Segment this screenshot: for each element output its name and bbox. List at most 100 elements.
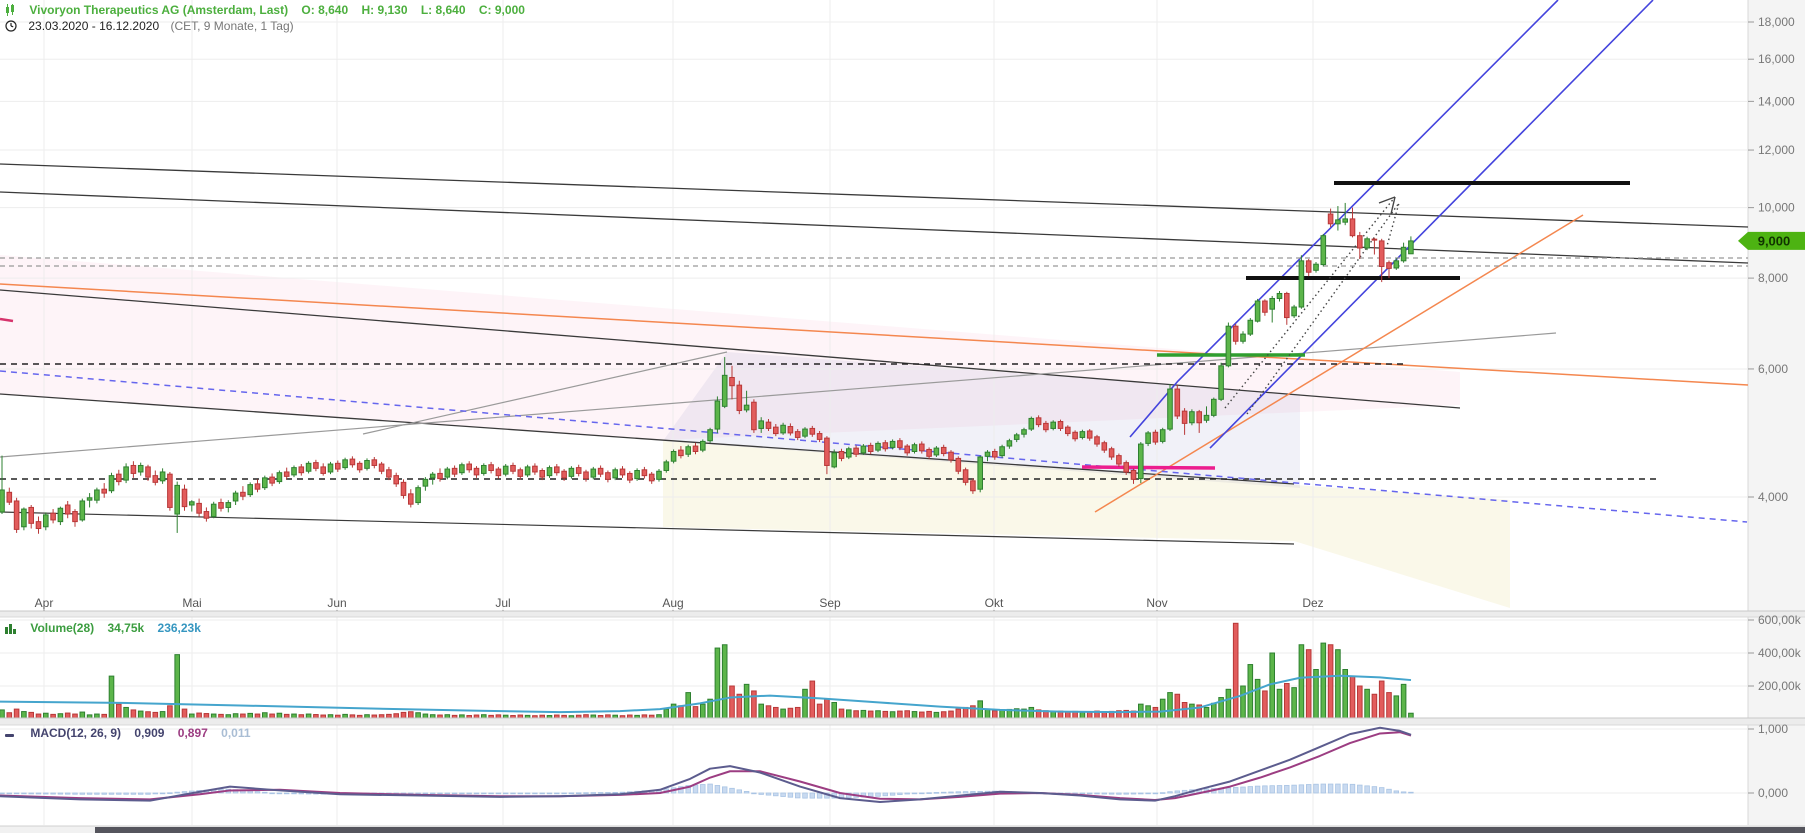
candle [619,468,626,476]
macd-histogram-bar [1357,784,1363,794]
macd-histogram-bar [1400,791,1407,794]
candle [364,460,370,469]
volume-current-value: 34,75k [107,621,145,635]
macd-histogram-bar [1160,792,1166,794]
candle [627,472,633,481]
high-value: H: 9,130 [361,3,408,17]
candle [167,473,173,508]
candle [225,502,232,508]
macd-histogram-bar [1364,785,1370,794]
macd-histogram-bar [1291,784,1297,794]
candle [1357,235,1363,249]
macd-histogram-bar [502,792,509,795]
macd-histogram-bar [28,792,34,795]
macd-histogram-bar [554,792,560,795]
macd-histogram-bar [1087,792,1093,795]
volume-bar [116,703,122,720]
volume-bar [692,706,699,720]
volume-tick-label: 600,00k [1758,613,1802,627]
macd-histogram-bar [276,792,283,795]
candle [276,472,283,483]
magenta-support-segment[interactable] [1081,465,1216,470]
macd-histogram-bar [568,792,575,795]
candle [1349,218,1356,237]
volume-bar [1254,678,1261,720]
candle [678,449,684,457]
macd-histogram-bar [941,791,947,794]
macd-histogram-bar [86,792,93,795]
candle [1006,440,1013,447]
macd-histogram-bar [79,792,85,795]
volume-indicator-header[interactable]: Volume(28) 34,75k 236,23k [5,621,211,637]
scrollbar-thumb[interactable] [95,827,1805,833]
candle [196,502,202,514]
candle [152,475,159,483]
macd-tick-label: 1,000 [1758,722,1788,736]
candle [466,463,472,471]
volume-bar [1276,688,1283,720]
candle [356,462,363,471]
volume-bar [1305,649,1312,720]
candle [1291,306,1297,317]
candle [1065,426,1071,435]
horizontal-scrollbar[interactable] [0,825,1805,833]
macd-histogram-bar [911,792,918,795]
instrument-header[interactable]: Vivoryon Therapeutics AG (Amsterdam, Las… [5,3,535,20]
macd-histogram-bar [108,792,115,795]
macd-histogram-bar [889,792,896,796]
volume-bar [1320,642,1327,720]
candle [459,464,465,474]
macd-histogram-bar [283,792,290,795]
volume-bar [1364,688,1370,720]
candle [1057,421,1064,429]
volume-bar [1189,703,1195,720]
candle [692,445,699,452]
candle [1240,333,1246,342]
macd-histogram-bar [700,784,706,794]
candle [794,431,801,438]
macd-histogram-bar [429,792,436,795]
candle [597,467,604,475]
macd-histogram-bar [926,792,932,794]
volume-bar [1174,693,1181,720]
candle [269,476,275,484]
macd-histogram-bar [181,791,188,794]
macd-histogram-bar [780,792,786,797]
volume-bar [1240,685,1246,720]
price-tick-label: 6,000 [1758,362,1788,376]
macd-histogram-bar [1408,791,1414,794]
candle [1386,262,1392,269]
candle [189,501,195,506]
macd-histogram-bar [35,792,42,795]
candle [444,468,451,478]
panel-separator[interactable] [0,611,1805,617]
candle [1108,448,1115,458]
price-chart-canvas[interactable]: 18,000 16,000 14,000 12,000 10,000 8,000 6,000… [0,0,1805,833]
panel-separator[interactable] [0,718,1805,725]
macd-histogram-bar [729,787,735,794]
macd-line-icon [5,728,17,742]
candle [700,440,706,451]
macd-histogram-bar [1174,790,1180,794]
candle [612,469,619,479]
candle [992,450,998,458]
candle [232,492,239,502]
candle [429,473,436,479]
macd-histogram-bar [116,792,122,795]
candlestick-icon [5,4,16,20]
macd-histogram-bar [707,783,713,794]
candle [919,443,925,452]
volume-bar [1357,685,1363,720]
macd-histogram-bar [152,792,158,795]
macd-histogram-bar [65,792,71,795]
chart-application-window: 18,000 16,000 14,000 12,000 10,000 8,000 6,000… [0,0,1805,833]
candle [1101,442,1108,451]
candle [415,487,421,504]
volume-bar [1298,644,1305,720]
volume-tick-label: 200,00k [1758,679,1802,693]
volume-bar [758,703,765,720]
macd-histogram-bar [247,790,253,794]
macd-indicator-header[interactable]: MACD(12, 26, 9) 0,909 0,897 0,011 [5,726,261,742]
volume-bar [773,706,779,720]
candle [926,448,932,457]
